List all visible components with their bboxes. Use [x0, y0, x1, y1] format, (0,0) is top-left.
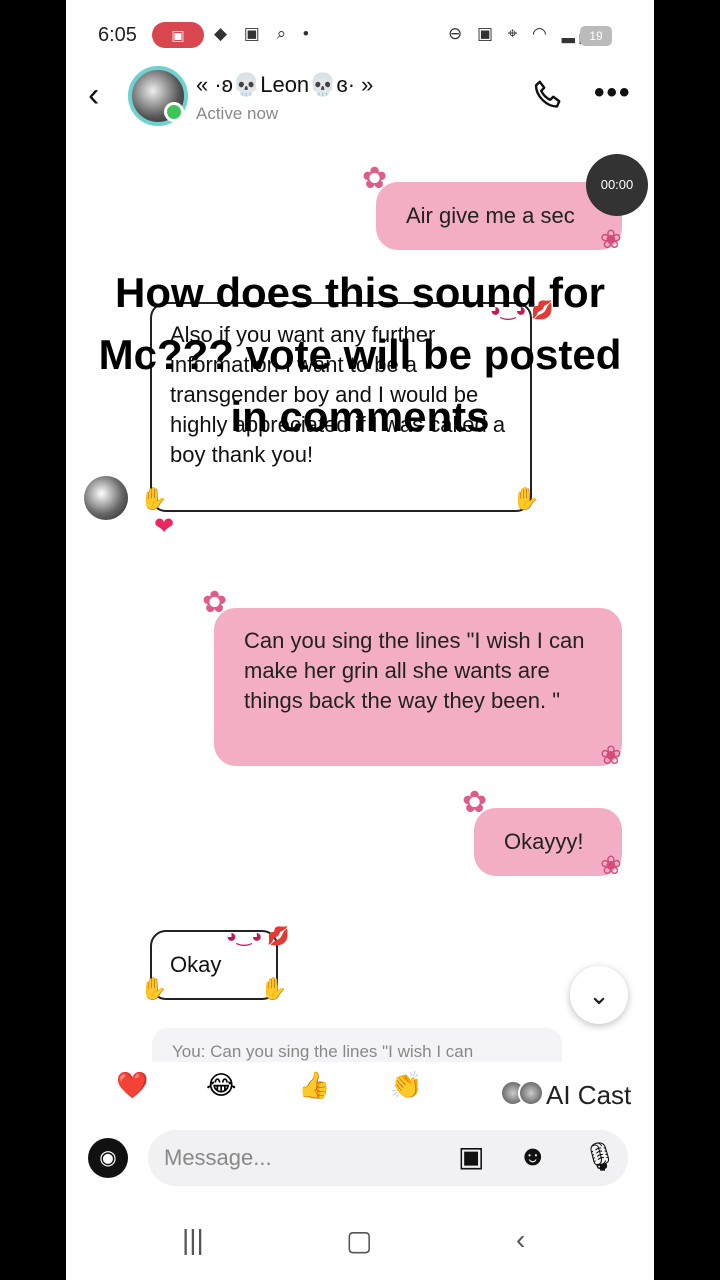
- contact-status: Active now: [196, 104, 279, 123]
- home-button[interactable]: ▢: [346, 1224, 372, 1257]
- chat-header: ‹ « ·ʚ💀Leon💀ɞ· » Active now •••: [66, 62, 654, 132]
- video-caption-overlay: How does this sound for Mc??? vote will …: [98, 269, 622, 440]
- microphone-icon[interactable]: 🎙: [582, 1140, 618, 1173]
- flower-decoration: ❀: [600, 740, 622, 770]
- battery-icon: 19: [580, 26, 612, 46]
- heart-reaction-icon[interactable]: ❤: [154, 512, 174, 541]
- voice-timer: 00:00: [586, 154, 648, 216]
- online-indicator: [164, 102, 184, 122]
- notification-icons: ◆ ▣ ⌕ •: [214, 24, 315, 43]
- back-button[interactable]: ‹: [88, 76, 99, 115]
- message-input[interactable]: [148, 1130, 628, 1186]
- nav-back-button[interactable]: ‹: [516, 1224, 525, 1256]
- message-text: Can you sing the lines "I wish I can mak…: [244, 628, 585, 713]
- reaction-clap-button[interactable]: 👏: [390, 1070, 422, 1101]
- scroll-down-button[interactable]: ⌄: [570, 966, 628, 1024]
- status-bar: 6:05 ▣ ◆ ▣ ⌕ • ⊖ ▣ ⌖ ◠ ▂▄▆ 19: [66, 22, 654, 50]
- camera-button[interactable]: ◉: [88, 1138, 128, 1178]
- message-bubble-sent[interactable]: Air give me a sec: [376, 182, 622, 250]
- message-bubble-sent[interactable]: Can you sing the lines "I wish I can mak…: [214, 608, 622, 766]
- gallery-icon[interactable]: ▣: [458, 1140, 484, 1173]
- contact-name[interactable]: « ·ʚ💀Leon💀ɞ· »: [196, 72, 373, 98]
- phone-icon[interactable]: [530, 78, 566, 114]
- cast-icon: ▣: [152, 22, 204, 48]
- message-text: Okayyy!: [504, 829, 584, 854]
- ai-cast-avatars: [500, 1080, 546, 1106]
- sender-avatar: [84, 476, 128, 520]
- flower-decoration: ❀: [600, 224, 622, 254]
- hand-decoration: ✋: [260, 976, 288, 1001]
- system-nav-bar: ||| ▢ ‹: [66, 1214, 654, 1270]
- reaction-bar: ❤️ 😂 👍 👏 AI Cast: [90, 1062, 631, 1110]
- lips-decoration: ◕‿◕ 💋: [226, 926, 290, 946]
- ai-cast-button[interactable]: AI Cast: [500, 1072, 631, 1110]
- chat-screen: 6:05 ▣ ◆ ▣ ⌕ • ⊖ ▣ ⌖ ◠ ▂▄▆ 19 ‹ « ·ʚ💀Leo…: [66, 0, 654, 1280]
- reaction-thumbsup-button[interactable]: 👍: [298, 1070, 330, 1101]
- more-options-button[interactable]: •••: [594, 76, 632, 110]
- hand-decoration: ✋: [140, 976, 168, 1001]
- recents-button[interactable]: |||: [182, 1224, 204, 1256]
- status-time: 6:05: [98, 24, 137, 46]
- message-composer: ◉ ▣ ☻ 🎙: [66, 1128, 654, 1192]
- message-text: Okay: [170, 952, 222, 977]
- sticker-icon[interactable]: ☻: [518, 1140, 547, 1172]
- ai-cast-label: AI Cast: [546, 1080, 632, 1110]
- reaction-heart-button[interactable]: ❤️: [116, 1070, 148, 1101]
- flower-decoration: ❀: [600, 850, 622, 880]
- hand-decoration: ✋: [512, 486, 540, 511]
- hand-decoration: ✋: [140, 486, 168, 511]
- reaction-laugh-button[interactable]: 😂: [206, 1070, 236, 1101]
- message-text: Air give me a sec: [406, 203, 575, 228]
